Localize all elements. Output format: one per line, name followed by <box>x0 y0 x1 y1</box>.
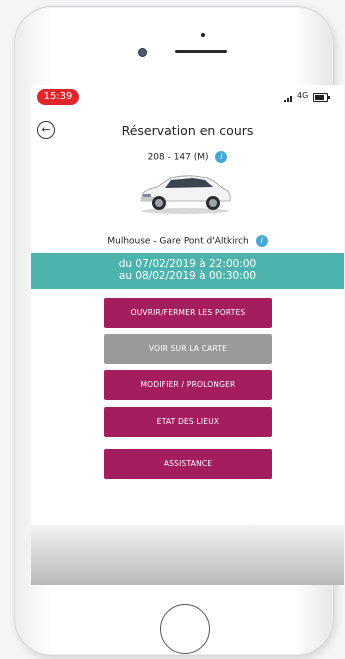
info-icon[interactable]: i <box>215 151 228 163</box>
location-info-icon[interactable]: i <box>255 235 268 247</box>
date-to: au 08/02/2019 à 00:30:00 <box>118 270 257 282</box>
status-bar: 15:39 4G <box>31 85 344 107</box>
reservation-dates: du 07/02/2019 à 22:00:00 au 08/02/2019 à… <box>31 253 344 289</box>
location-row: Mulhouse - Gare Pont d'Altkirch i <box>31 235 344 247</box>
page-title: Réservation en cours <box>121 123 254 138</box>
modify-extend-button[interactable]: MODIFIER / PROLONGER <box>104 370 272 400</box>
home-button[interactable] <box>160 604 210 654</box>
inspection-button[interactable]: ETAT DES LIEUX <box>104 407 272 437</box>
front-camera <box>138 48 147 57</box>
network-label: 4G <box>297 91 309 100</box>
vehicle-plate: 208 - 147 (M) <box>147 152 209 163</box>
earpiece-speaker <box>175 50 227 53</box>
status-time: 15:39 <box>37 89 79 105</box>
bottom-fade <box>31 525 344 585</box>
vehicle-plate-row: 208 - 147 (M) i <box>31 151 344 163</box>
car-image <box>140 175 231 214</box>
battery-icon <box>313 93 330 102</box>
open-close-doors-button[interactable]: OUVRIR/FERMER LES PORTES <box>104 298 272 328</box>
date-from: du 07/02/2019 à 22:00:00 <box>118 258 257 270</box>
view-map-button[interactable]: VOIR SUR LA CARTE <box>104 334 272 364</box>
signal-icon <box>284 96 292 102</box>
proximity-sensor <box>201 33 205 37</box>
assistance-button[interactable]: ASSISTANCE <box>104 449 272 479</box>
location-name: Mulhouse - Gare Pont d'Altkirch <box>107 236 249 247</box>
app-screen: 15:39 4G ← Réservation en cours 208 - 14… <box>31 85 344 585</box>
